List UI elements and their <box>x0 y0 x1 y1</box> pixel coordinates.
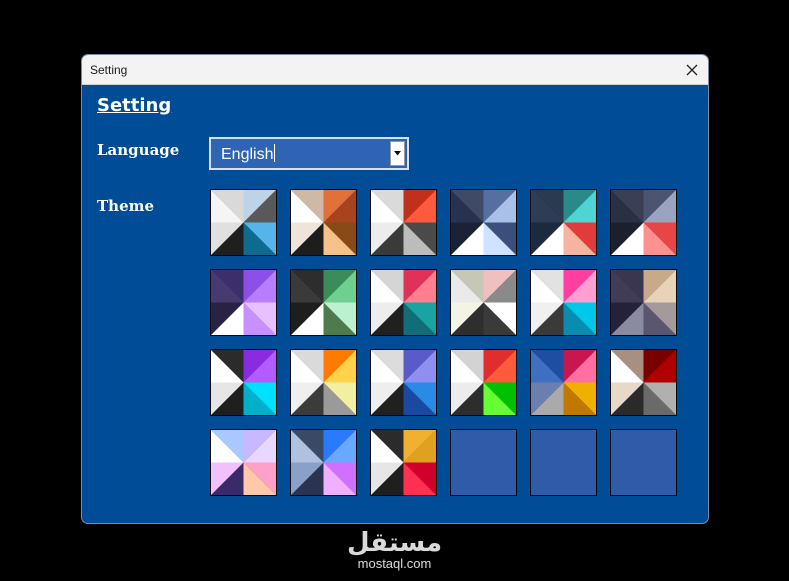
theme-swatch-18[interactable] <box>610 349 677 416</box>
watermark-logo: مستقل <box>346 528 443 558</box>
theme-swatch-2[interactable] <box>290 189 357 256</box>
language-select[interactable]: English <box>209 137 409 170</box>
theme-label: Theme <box>97 197 155 215</box>
theme-pinwheel-icon <box>451 350 516 415</box>
theme-swatch-12[interactable] <box>610 269 677 336</box>
theme-swatch-7[interactable] <box>210 269 277 336</box>
text-caret <box>274 144 276 162</box>
theme-swatch-16[interactable] <box>450 349 517 416</box>
theme-pinwheel-icon <box>451 270 516 335</box>
theme-pinwheel-icon <box>531 350 596 415</box>
theme-swatch-6[interactable] <box>610 189 677 256</box>
theme-swatch-1[interactable] <box>210 189 277 256</box>
theme-pinwheel-icon <box>371 270 436 335</box>
theme-swatch-19[interactable] <box>210 429 277 496</box>
theme-pinwheel-icon <box>611 270 676 335</box>
watermark-url: mostaql.com <box>357 556 432 571</box>
theme-swatch-empty[interactable] <box>450 429 517 496</box>
theme-pinwheel-icon <box>611 350 676 415</box>
theme-swatch-empty[interactable] <box>610 429 677 496</box>
chevron-down-icon <box>394 151 401 156</box>
theme-grid <box>210 189 677 496</box>
theme-swatch-17[interactable] <box>530 349 597 416</box>
theme-pinwheel-icon <box>371 350 436 415</box>
page-heading: Setting <box>97 95 172 116</box>
theme-swatch-4[interactable] <box>450 189 517 256</box>
language-select-value: English <box>221 144 276 163</box>
theme-pinwheel-icon <box>291 190 356 255</box>
theme-swatch-empty[interactable] <box>530 429 597 496</box>
theme-pinwheel-icon <box>531 270 596 335</box>
theme-swatch-5[interactable] <box>530 189 597 256</box>
theme-pinwheel-icon <box>211 190 276 255</box>
theme-pinwheel-icon <box>371 190 436 255</box>
settings-window: Setting Setting Language English Theme <box>81 54 709 524</box>
theme-swatch-10[interactable] <box>450 269 517 336</box>
theme-pinwheel-icon <box>371 430 436 495</box>
theme-pinwheel-icon <box>211 430 276 495</box>
theme-swatch-9[interactable] <box>370 269 437 336</box>
theme-pinwheel-icon <box>211 270 276 335</box>
theme-pinwheel-icon <box>611 190 676 255</box>
theme-swatch-15[interactable] <box>370 349 437 416</box>
theme-swatch-20[interactable] <box>290 429 357 496</box>
theme-pinwheel-icon <box>211 350 276 415</box>
close-button[interactable] <box>676 55 708 84</box>
window-title: Setting <box>90 63 128 77</box>
theme-swatch-3[interactable] <box>370 189 437 256</box>
title-bar: Setting <box>82 55 708 85</box>
theme-pinwheel-icon <box>291 430 356 495</box>
theme-pinwheel-icon <box>531 190 596 255</box>
theme-pinwheel-icon <box>291 350 356 415</box>
close-icon <box>686 64 698 75</box>
theme-pinwheel-icon <box>451 190 516 255</box>
theme-swatch-11[interactable] <box>530 269 597 336</box>
dropdown-button[interactable] <box>390 141 405 166</box>
theme-pinwheel-icon <box>291 270 356 335</box>
theme-swatch-14[interactable] <box>290 349 357 416</box>
theme-swatch-8[interactable] <box>290 269 357 336</box>
theme-swatch-13[interactable] <box>210 349 277 416</box>
theme-swatch-21[interactable] <box>370 429 437 496</box>
language-label: Language <box>97 141 180 159</box>
